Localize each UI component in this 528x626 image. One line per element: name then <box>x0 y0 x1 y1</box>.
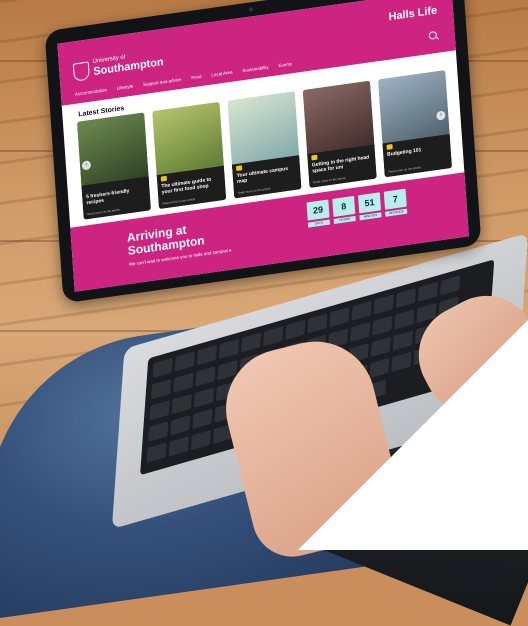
story-tag <box>235 165 243 172</box>
countdown-value: 8 <box>332 195 356 217</box>
story-card[interactable]: The ultimate guide to your first food sh… <box>152 101 227 210</box>
nav-item-local-area[interactable]: Local Area <box>211 70 232 78</box>
nav-item-events[interactable]: Events <box>278 61 292 68</box>
countdown-label: MINUTES <box>359 212 382 221</box>
countdown-value: 51 <box>358 192 382 214</box>
countdown-timer: 29 DAYS 8 HOURS 51 MINUTES 7 SECONDS <box>306 188 408 228</box>
countdown-minutes: 51 MINUTES <box>358 192 382 221</box>
nav-item-lifestyle[interactable]: Lifestyle <box>117 84 134 91</box>
webcam <box>248 7 254 12</box>
site-title: Halls Life <box>388 4 438 24</box>
story-tag <box>160 175 167 182</box>
story-card[interactable]: Your ultimate campus map Read more on th… <box>227 91 302 199</box>
story-title: Your ultimate campus map <box>236 165 289 186</box>
story-tag <box>386 144 393 150</box>
story-card[interactable]: Budgeting 101 Read more on the article <box>377 69 453 178</box>
nav-item-accommodation[interactable]: Accommodation <box>75 87 107 96</box>
story-meta: Read more on the article <box>237 186 271 196</box>
nav-item-food[interactable]: Food <box>191 74 202 80</box>
story-meta: Read more on the article <box>388 165 422 174</box>
story-tag <box>311 154 318 161</box>
story-meta: Read more on the article <box>312 175 346 185</box>
story-title: Budgeting 101 <box>386 147 422 158</box>
story-title: The ultimate guide to your first food sh… <box>161 176 212 196</box>
countdown-value: 29 <box>306 199 330 221</box>
countdown-hours: 8 HOURS <box>332 195 356 224</box>
white-corner <box>298 320 528 550</box>
story-meta: Read more on the article <box>162 197 196 206</box>
countdown-value: 7 <box>383 188 407 210</box>
story-meta: Read more on the article <box>87 207 121 217</box>
nav-item-sustainability[interactable]: Sustainability <box>242 65 269 74</box>
nav-item-support[interactable]: Support and advice <box>143 77 182 87</box>
laptop-screen: University of Southampton Halls Life Acc… <box>57 0 469 292</box>
story-card[interactable]: Getting in the right head space for uni … <box>302 80 377 189</box>
crest-icon <box>72 61 90 82</box>
countdown-label: SECONDS <box>385 208 408 217</box>
countdown-days: 29 DAYS <box>306 199 331 228</box>
search-icon[interactable] <box>428 30 438 40</box>
countdown-seconds: 7 SECONDS <box>383 188 408 217</box>
countdown-label: DAYS <box>307 219 331 228</box>
countdown-label: HOURS <box>333 215 356 224</box>
story-title: 5 freshers-friendly recipes <box>85 188 130 207</box>
story-title: Getting in the right head space for uni <box>311 154 370 175</box>
